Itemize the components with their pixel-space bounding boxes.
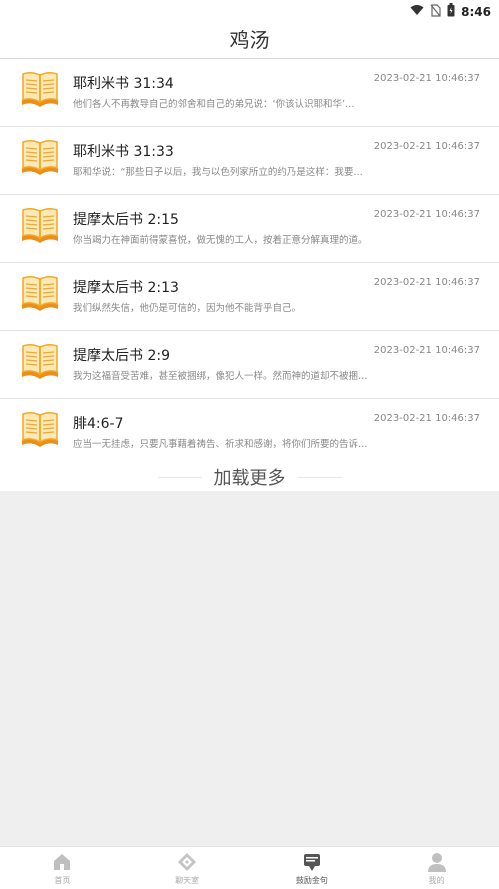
item-title: 提摩太后书 2:15 [73,212,179,228]
divider [297,476,342,478]
item-timestamp: 2023-02-21 10:46:37 [373,141,480,152]
list-item[interactable]: 提摩太后书 2:9 2023-02-21 10:46:37 我为这福音受苦难，甚… [0,331,499,399]
no-sim-icon [430,3,441,20]
tab-label: 鼓励金句 [295,876,328,885]
list-item[interactable]: 耶利米书 31:34 2023-02-21 10:46:37 他们各人不再教导自… [0,59,499,127]
item-excerpt: 你当竭力在神面前得蒙喜悦，做无愧的工人，按着正意分解真理的道。 [73,235,368,246]
tab-label: 我的 [428,876,445,885]
article-list: 耶利米书 31:34 2023-02-21 10:46:37 他们各人不再教导自… [0,59,499,467]
book-icon [20,69,60,109]
list-item[interactable]: 提摩太后书 2:15 2023-02-21 10:46:37 你当竭力在神面前得… [0,195,499,263]
book-icon [20,137,60,177]
tab-encouragement[interactable]: 鼓励金句 [250,847,375,889]
tab-label: 聊天室 [175,876,200,885]
item-timestamp: 2023-02-21 10:46:37 [373,209,480,220]
quote-card-icon [303,854,320,871]
item-excerpt: 他们各人不再教导自己的邻舍和自己的弟兄说：‘你该认识耶和华’… [73,99,355,110]
status-time: 8:46 [461,4,491,19]
item-timestamp: 2023-02-21 10:46:37 [373,73,480,84]
item-title: 提摩太后书 2:9 [73,348,170,364]
battery-icon [447,3,455,20]
page-title: 鸡汤 [0,22,499,59]
item-excerpt: 我们纵然失信，他仍是可信的，因为他不能背乎自己。 [73,303,302,314]
item-title: 提摩太后书 2:13 [73,280,179,296]
status-bar: 8:46 [0,0,499,22]
item-timestamp: 2023-02-21 10:46:37 [373,413,480,424]
item-excerpt: 我为这福音受苦难，甚至被捆绑，像犯人一样。然而神的道却不被捆… [73,371,368,382]
item-excerpt: 耶和华说：“那些日子以后，我与以色列家所立的约乃是这样：我要… [73,167,363,178]
load-more-button[interactable]: 加载更多 [0,463,499,491]
item-title: 耶利米书 31:34 [73,76,174,92]
item-excerpt: 应当一无挂虑，只要凡事藉着祷告、祈求和感谢，将你们所要的告诉… [73,439,368,450]
book-icon [20,273,60,313]
item-timestamp: 2023-02-21 10:46:37 [373,277,480,288]
item-title: 腓4:6-7 [73,416,124,432]
wifi-icon [410,4,424,19]
book-icon [20,409,60,449]
user-icon [427,853,446,872]
item-title: 耶利米书 31:33 [73,144,174,160]
list-item[interactable]: 提摩太后书 2:13 2023-02-21 10:46:37 我们纵然失信，他仍… [0,263,499,331]
tab-home[interactable]: 首页 [0,847,125,889]
list-item[interactable]: 耶利米书 31:33 2023-02-21 10:46:37 耶和华说：“那些日… [0,127,499,195]
list-item[interactable]: 腓4:6-7 2023-02-21 10:46:37 应当一无挂虑，只要凡事藉着… [0,399,499,467]
diamond-icon [178,853,197,871]
item-timestamp: 2023-02-21 10:46:37 [373,345,480,356]
book-icon [20,205,60,245]
tab-chatroom[interactable]: 聊天室 [125,847,250,889]
load-more-label: 加载更多 [213,468,286,489]
home-icon [54,854,71,870]
divider [157,476,202,478]
tab-mine[interactable]: 我的 [374,847,499,889]
tab-label: 首页 [54,876,71,885]
book-icon [20,341,60,381]
bottom-tab-bar: 首页 聊天室 鼓励金句 我的 [0,846,499,889]
